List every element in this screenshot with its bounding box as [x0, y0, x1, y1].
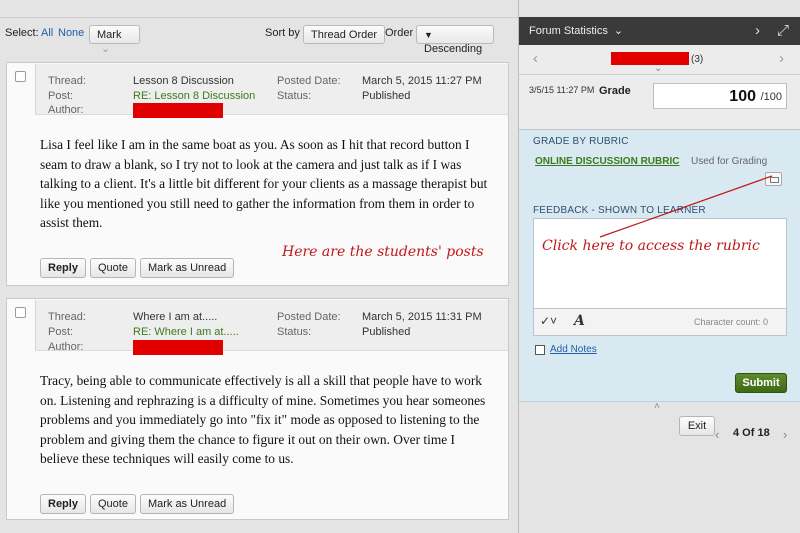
post-body: Tracy, being able to communicate effecti…: [40, 373, 486, 466]
author-key: Author:: [48, 341, 84, 353]
author-redaction: [133, 340, 223, 355]
order-label: Order: [385, 27, 414, 39]
mark-label: Mark: [97, 29, 122, 41]
character-count: Character count: 0: [693, 317, 768, 327]
open-rubric-icon[interactable]: [765, 172, 782, 186]
status-key: Status:: [277, 90, 312, 102]
grade-row: 3/5/15 11:27 PM Grade 100 /100: [519, 75, 800, 130]
select-all-link[interactable]: All: [41, 27, 53, 39]
exit-button[interactable]: Exit: [679, 416, 715, 436]
order-value: Descending: [424, 43, 483, 55]
posted-key: Posted Date:: [277, 311, 341, 323]
reply-button[interactable]: Reply: [40, 258, 86, 278]
author-key: Author:: [48, 104, 84, 116]
reply-button[interactable]: Reply: [40, 494, 86, 514]
post-header: Thread: Lesson 8 Discussion Post: RE: Le…: [35, 64, 508, 118]
sort-select[interactable]: Thread Order: [303, 25, 386, 44]
submit-button[interactable]: Submit: [735, 373, 787, 393]
rubric-usage: Used for Grading: [691, 156, 768, 167]
text-format-icon[interactable]: A: [574, 313, 585, 329]
rubric-annotation: Click here to access the rubric: [542, 238, 760, 254]
chevron-right-icon[interactable]: ›: [755, 22, 760, 39]
grade-max: /100: [760, 91, 782, 103]
post-header: Thread: Where I am at..... Post: RE: Whe…: [35, 300, 508, 355]
status-key: Status:: [277, 326, 312, 338]
top-strip: [0, 0, 518, 18]
sort-label: Sort by: [265, 27, 300, 39]
status-value: Published: [362, 326, 411, 338]
grade-date: 3/5/15 11:27 PM: [529, 85, 595, 95]
quote-button[interactable]: Quote: [89, 494, 136, 514]
collapse-up-icon[interactable]: ˄: [654, 401, 660, 412]
editor-toolbar: ✓˅ A Character count: 0: [533, 308, 787, 336]
thread-value: Where I am at.....: [133, 311, 218, 323]
order-select[interactable]: ▼ Descending: [416, 25, 494, 55]
select-none-link[interactable]: None: [58, 27, 84, 39]
grade-input[interactable]: 100 /100: [653, 83, 787, 109]
grade-label: Grade: [599, 85, 631, 97]
grade-value: 100: [729, 88, 756, 105]
posted-key: Posted Date:: [277, 75, 341, 87]
grading-sidebar: Forum Statistics ⌄ › ⤢ ‹ (3) ⌄ › 3/5/15 …: [518, 0, 800, 533]
prev-student-icon[interactable]: ‹: [533, 50, 538, 67]
thread-key: Thread:: [48, 75, 86, 87]
panel-header: Forum Statistics ⌄ › ⤢: [519, 17, 800, 45]
rubric-section: GRADE BY RUBRIC ONLINE DISCUSSION RUBRIC…: [519, 130, 800, 402]
collapse-down-icon[interactable]: ⌄: [654, 63, 662, 74]
prev-page-icon[interactable]: ‹: [715, 427, 719, 442]
post-link[interactable]: RE: Lesson 8 Discussion: [133, 90, 255, 102]
student-nav: ‹ (3) ⌄ ›: [519, 45, 800, 75]
post-checkbox[interactable]: [15, 71, 26, 82]
notes-icon: [535, 345, 545, 355]
feedback-heading: FEEDBACK - SHOWN TO LEARNER: [533, 205, 706, 216]
next-student-icon[interactable]: ›: [779, 50, 784, 67]
pager-text: 4 Of 18: [733, 427, 770, 439]
sort-down-icon: ▼: [424, 30, 433, 40]
quote-button[interactable]: Quote: [89, 258, 136, 278]
post-key: Post:: [48, 90, 74, 102]
post-link[interactable]: RE: Where I am at.....: [133, 326, 239, 338]
posted-value: March 5, 2015 11:27 PM: [362, 75, 482, 87]
author-redaction: [133, 103, 223, 118]
mark-unread-button[interactable]: Mark as Unread: [139, 258, 235, 278]
next-page-icon[interactable]: ›: [783, 427, 787, 442]
post-key: Post:: [48, 326, 74, 338]
post-card: Thread: Where I am at..... Post: RE: Whe…: [6, 298, 509, 520]
status-value: Published: [362, 90, 411, 102]
spellcheck-icon[interactable]: ✓˅: [540, 314, 557, 328]
student-name-redaction: [611, 52, 689, 65]
thread-value: Lesson 8 Discussion: [133, 75, 234, 87]
panel-title-label: Forum Statistics: [529, 25, 608, 37]
add-notes-link[interactable]: Add Notes: [550, 344, 597, 355]
mark-dropdown[interactable]: Mark ⌄: [89, 25, 140, 55]
grade-by-rubric-heading: GRADE BY RUBRIC: [533, 136, 629, 147]
panel-title[interactable]: Forum Statistics ⌄: [529, 24, 623, 37]
posts-annotation: Here are the students' posts: [282, 244, 484, 260]
post-count: (3): [691, 54, 704, 65]
mark-unread-button[interactable]: Mark as Unread: [139, 494, 235, 514]
rubric-link[interactable]: ONLINE DISCUSSION RUBRIC: [535, 156, 679, 167]
list-toolbar: Select: All None Mark ⌄ Sort by Thread O…: [0, 18, 518, 55]
expand-icon[interactable]: ⤢: [777, 22, 789, 39]
chevron-down-icon: ⌄: [613, 25, 624, 37]
thread-key: Thread:: [48, 311, 86, 323]
pager: ‹ 4 Of 18 ›: [715, 427, 787, 442]
select-label: Select:: [5, 27, 39, 39]
post-actions: Reply Quote Mark as Unread: [40, 494, 235, 514]
chevron-down-icon: ⌄: [101, 43, 111, 55]
post-actions: Reply Quote Mark as Unread: [40, 258, 235, 278]
post-checkbox[interactable]: [15, 307, 26, 318]
posted-value: March 5, 2015 11:31 PM: [362, 311, 482, 323]
post-body: Lisa I feel like I am in the same boat a…: [40, 137, 488, 230]
